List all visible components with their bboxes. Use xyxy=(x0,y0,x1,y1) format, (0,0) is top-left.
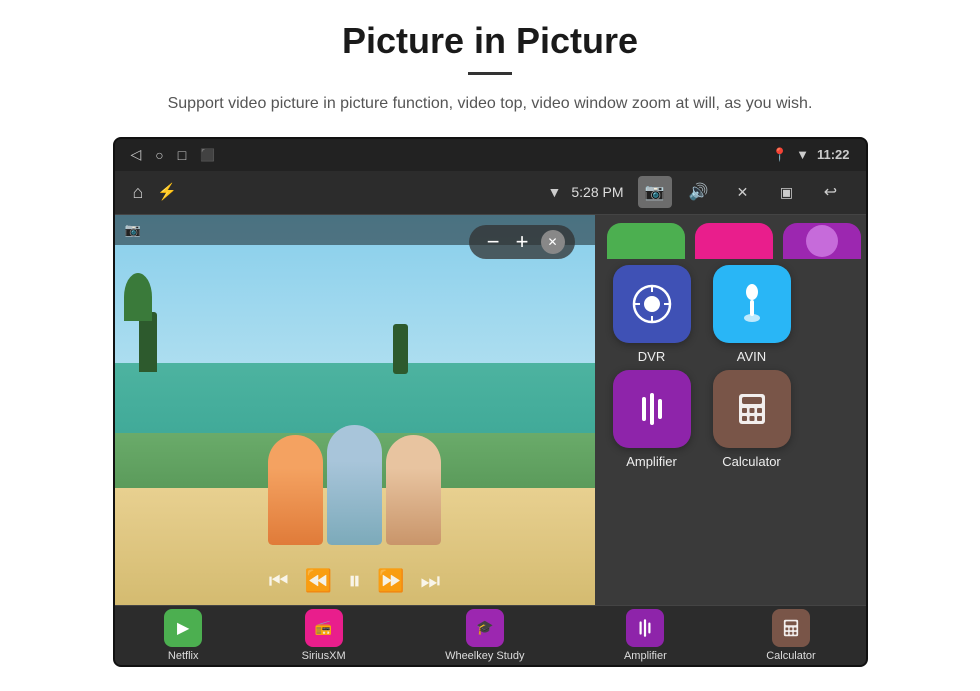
apps-row-2: Amplifier xyxy=(607,370,861,469)
pip-close-icon: ✕ xyxy=(547,235,557,249)
bottom-siriusxm[interactable]: 📻 SiriusXM xyxy=(302,609,346,662)
bottom-wheelkey[interactable]: 🎓 Wheelkey Study xyxy=(445,609,524,662)
amplifier-icon-box xyxy=(613,370,691,448)
bottom-bar: ▶ Netflix 📻 SiriusXM 🎓 Wheelkey Study xyxy=(115,605,866,665)
content-area: 📷 − + ✕ ⏮ ⏪ ⏸ ⏩ xyxy=(115,215,866,605)
bottom-wheelkey-label: Wheelkey Study xyxy=(445,650,524,662)
back-arrow-icon[interactable]: ◁ xyxy=(131,146,142,163)
pip-minus-button[interactable]: − xyxy=(479,229,508,255)
person-1 xyxy=(268,435,323,545)
bottom-siriusxm-icon: 📻 xyxy=(305,609,343,647)
video-people xyxy=(255,415,455,545)
avin-svg-icon xyxy=(732,284,772,324)
toolbar-time: 5:28 PM xyxy=(571,184,623,200)
video-playback-controls: ⏮ ⏪ ⏸ ⏩ ⏭ xyxy=(115,565,595,597)
dvr-svg-icon xyxy=(632,284,672,324)
app-toolbar: ⌂ ⚡ ▼ 5:28 PM 📷 🔊 ✕ ▣ ↩ xyxy=(115,171,866,215)
pip-controls-overlay: − + ✕ xyxy=(469,225,575,259)
page-subtitle: Support video picture in picture functio… xyxy=(168,91,813,117)
amplifier-app[interactable]: Amplifier xyxy=(607,370,697,469)
bottom-calculator-icon xyxy=(772,609,810,647)
home-icon[interactable]: ⌂ xyxy=(133,182,144,203)
person-3 xyxy=(386,435,441,545)
bottom-amplifier[interactable]: Amplifier xyxy=(624,609,667,662)
avin-icon-box xyxy=(713,265,791,343)
wheelkey-partial-icon xyxy=(783,223,861,259)
partial-icons-row xyxy=(607,223,861,259)
location-icon: 📍 xyxy=(772,147,788,163)
netflix-play-icon: ▶ xyxy=(177,618,189,638)
apps-row-1: DVR AVIN xyxy=(607,265,861,364)
status-bar: ◁ ○ □ ⬛ 📍 ▼ 11:22 xyxy=(115,139,866,171)
siriusxm-radio-icon: 📻 xyxy=(315,619,332,636)
page-title: Picture in Picture xyxy=(342,20,638,62)
netflix-partial-icon xyxy=(607,223,685,259)
status-bar-left: ◁ ○ □ ⬛ xyxy=(131,146,216,163)
person-2 xyxy=(327,425,382,545)
calculator-svg-icon xyxy=(732,389,772,429)
dvr-label: DVR xyxy=(638,349,665,364)
usb-icon[interactable]: ⚡ xyxy=(157,182,177,202)
device-frame: ◁ ○ □ ⬛ 📍 ▼ 11:22 ⌂ ⚡ ▼ 5:28 PM 📷 🔊 xyxy=(113,137,868,667)
wifi-icon: ▼ xyxy=(548,184,562,200)
status-bar-right: 📍 ▼ 11:22 xyxy=(772,147,850,163)
bottom-calculator-svg xyxy=(780,617,802,639)
dvr-app[interactable]: DVR xyxy=(607,265,697,364)
pip-area: 📷 − + ✕ ⏮ ⏪ ⏸ ⏩ xyxy=(115,215,595,605)
avin-app[interactable]: AVIN xyxy=(707,265,797,364)
wifi-signal-icon: ▼ xyxy=(796,147,809,162)
volume-button[interactable]: 🔊 xyxy=(682,176,716,208)
bottom-amplifier-icon xyxy=(626,609,664,647)
video-scene xyxy=(115,215,595,605)
play-button[interactable]: ⏸ xyxy=(348,565,361,597)
camera-button[interactable]: 📷 xyxy=(638,176,672,208)
back-button[interactable]: ↩ xyxy=(814,176,848,208)
cast-icon[interactable]: ⬛ xyxy=(200,148,215,162)
bottom-calculator[interactable]: Calculator xyxy=(766,609,816,662)
bottom-amplifier-svg xyxy=(634,617,656,639)
bottom-netflix[interactable]: ▶ Netflix xyxy=(164,609,202,662)
pip-button[interactable]: ▣ xyxy=(770,176,804,208)
bottom-wheelkey-icon: 🎓 xyxy=(466,609,504,647)
bottom-siriusxm-label: SiriusXM xyxy=(302,650,346,662)
siriusxm-partial-icon xyxy=(695,223,773,259)
calculator-app[interactable]: Calculator xyxy=(707,370,797,469)
page-wrapper: Picture in Picture Support video picture… xyxy=(0,0,980,667)
pip-camera-icon: 📷 xyxy=(125,222,141,238)
bottom-calculator-label: Calculator xyxy=(766,650,816,662)
toolbar-left: ⌂ ⚡ xyxy=(133,182,178,203)
calculator-label: Calculator xyxy=(722,454,781,469)
dvr-icon-box xyxy=(613,265,691,343)
pip-close-button[interactable]: ✕ xyxy=(541,230,565,254)
circle-icon[interactable]: ○ xyxy=(155,147,163,163)
avin-label: AVIN xyxy=(737,349,766,364)
bottom-amplifier-label: Amplifier xyxy=(624,650,667,662)
video-frame: 📷 − + ✕ ⏮ ⏪ ⏸ ⏩ xyxy=(115,215,595,605)
close-x-button[interactable]: ✕ xyxy=(726,176,760,208)
next-button[interactable]: ⏩ xyxy=(377,568,404,594)
rewind-button[interactable]: ⏮ xyxy=(269,568,289,594)
square-icon[interactable]: □ xyxy=(178,147,186,163)
amplifier-svg-icon xyxy=(632,389,672,429)
pip-plus-button[interactable]: + xyxy=(508,229,537,255)
prev-button[interactable]: ⏪ xyxy=(305,568,332,594)
calculator-icon-box xyxy=(713,370,791,448)
forward-button[interactable]: ⏭ xyxy=(420,568,440,594)
status-time: 11:22 xyxy=(817,147,850,162)
bottom-netflix-icon: ▶ xyxy=(164,609,202,647)
wheelkey-icon-sym: 🎓 xyxy=(476,619,493,636)
apps-area: DVR AVIN xyxy=(595,215,868,605)
bottom-netflix-label: Netflix xyxy=(168,650,199,662)
toolbar-right: ▼ 5:28 PM 📷 🔊 ✕ ▣ ↩ xyxy=(548,176,848,208)
amplifier-label: Amplifier xyxy=(626,454,677,469)
title-divider xyxy=(468,72,512,75)
